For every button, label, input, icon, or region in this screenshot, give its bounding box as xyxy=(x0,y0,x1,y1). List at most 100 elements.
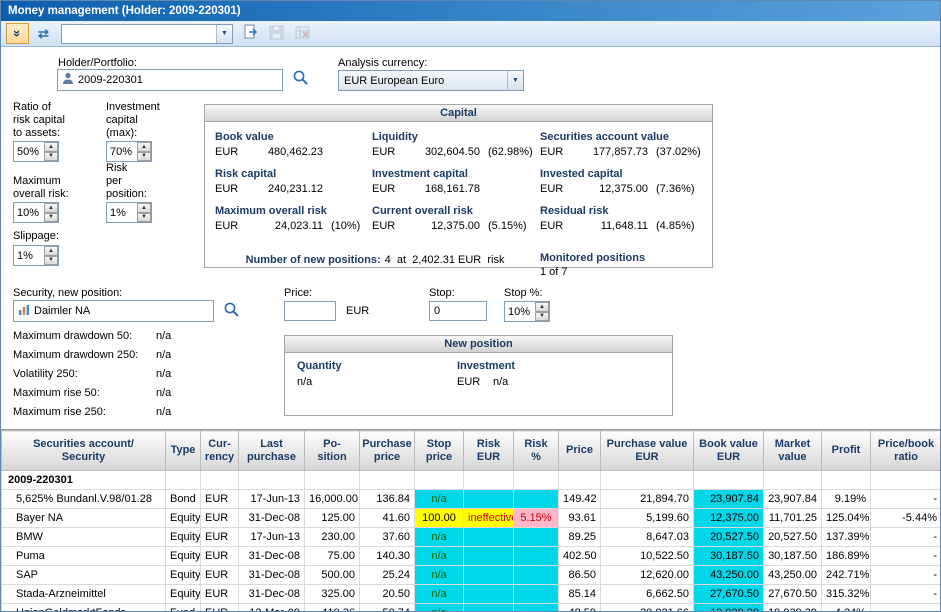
cell-stop_price[interactable]: n/a xyxy=(415,490,464,509)
table-row[interactable]: 5,625% Bundanl.V.98/01.28BondEUR17-Jun-1… xyxy=(2,490,941,509)
holder-search-button[interactable] xyxy=(289,69,311,89)
cell-currency[interactable]: EUR xyxy=(201,509,239,528)
cell-price[interactable]: 86.50 xyxy=(559,566,601,585)
cell-profit[interactable]: 125.04% xyxy=(822,509,871,528)
cell-type[interactable]: Equity xyxy=(166,547,201,566)
cell-stop_price[interactable]: n/a xyxy=(415,547,464,566)
cell-book_value_eur[interactable]: 27,670.50 xyxy=(694,585,764,604)
spin-up-button[interactable]: ▲ xyxy=(137,203,151,213)
column-header-profit[interactable]: Profit xyxy=(822,431,871,471)
cell-book_value_eur[interactable]: 23,907.84 xyxy=(694,490,764,509)
cell-security[interactable]: SAP xyxy=(2,566,166,585)
cell-market_value[interactable]: 23,907.84 xyxy=(764,490,822,509)
cell-stop_price[interactable]: 100.00 xyxy=(415,509,464,528)
column-header-market_value[interactable]: Market value xyxy=(764,431,822,471)
cell-book_value_eur[interactable]: 19,939.39 xyxy=(694,604,764,612)
risk-per-position-input[interactable] xyxy=(107,203,137,222)
cell-profit[interactable]: 315.32% xyxy=(822,585,871,604)
column-header-type[interactable]: Type xyxy=(166,431,201,471)
cell-purchase_value_eur[interactable]: 10,522.50 xyxy=(601,547,694,566)
cell-profit[interactable]: 137.39% xyxy=(822,528,871,547)
cell-risk_pct[interactable] xyxy=(514,566,559,585)
column-header-risk_pct[interactable]: Risk % xyxy=(514,431,559,471)
cell-risk_eur[interactable] xyxy=(464,547,514,566)
cell-risk_eur[interactable] xyxy=(464,566,514,585)
cell-market_value[interactable]: 11,701.25 xyxy=(764,509,822,528)
cell-purchase_value_eur[interactable]: 20,821.66 xyxy=(601,604,694,612)
column-header-stop_price[interactable]: Stop price xyxy=(415,431,464,471)
cell-purchase_value_eur[interactable]: 8,647.03 xyxy=(601,528,694,547)
spin-up-button[interactable]: ▲ xyxy=(44,142,58,152)
stop-input[interactable] xyxy=(429,301,487,321)
column-header-purchase_value_eur[interactable]: Purchase value EUR xyxy=(601,431,694,471)
cell-last_purchase[interactable]: 17-Jun-13 xyxy=(239,490,305,509)
cell-market_value[interactable]: 19,939.39 xyxy=(764,604,822,612)
cell-purchase_price[interactable]: 20.50 xyxy=(360,585,415,604)
cell-risk_eur[interactable] xyxy=(464,528,514,547)
spin-down-button[interactable]: ▼ xyxy=(137,152,151,162)
cell-market_value[interactable]: 20,527.50 xyxy=(764,528,822,547)
cell-price_book_ratio[interactable]: - xyxy=(871,604,941,612)
cell-purchase_value_eur[interactable]: 12,620.00 xyxy=(601,566,694,585)
cell-price[interactable]: 85.14 xyxy=(559,585,601,604)
cell-purchase_value_eur[interactable]: 5,199.60 xyxy=(601,509,694,528)
cell-position[interactable]: 500.00 xyxy=(305,566,360,585)
cell-security[interactable]: Puma xyxy=(2,547,166,566)
column-header-price_book_ratio[interactable]: Price/book ratio xyxy=(871,431,941,471)
cell-currency[interactable]: EUR xyxy=(201,604,239,612)
cell-type[interactable]: Equity xyxy=(166,509,201,528)
cell-purchase_value_eur[interactable]: 6,662.50 xyxy=(601,585,694,604)
cell-last_purchase[interactable] xyxy=(239,471,305,490)
cell-price_book_ratio[interactable]: - xyxy=(871,585,941,604)
cell-profit[interactable]: 242.71% xyxy=(822,566,871,585)
cell-type[interactable]: Bond xyxy=(166,490,201,509)
cell-purchase_price[interactable]: 25.24 xyxy=(360,566,415,585)
cell-risk_pct[interactable] xyxy=(514,490,559,509)
spin-up-button[interactable]: ▲ xyxy=(137,142,151,152)
cell-last_purchase[interactable]: 31-Dec-08 xyxy=(239,585,305,604)
cell-price[interactable]: 48.59 xyxy=(559,604,601,612)
cell-market_value[interactable]: 27,670.50 xyxy=(764,585,822,604)
expand-panel-button[interactable]: » xyxy=(6,23,29,44)
cell-purchase_price[interactable]: 136.84 xyxy=(360,490,415,509)
cell-type[interactable]: Equity xyxy=(166,566,201,585)
spin-up-button[interactable]: ▲ xyxy=(44,203,58,213)
cell-price_book_ratio[interactable]: - xyxy=(871,566,941,585)
investment-capital-input[interactable] xyxy=(107,142,137,161)
cell-position[interactable]: 410.36 xyxy=(305,604,360,612)
cell-currency[interactable]: EUR xyxy=(201,585,239,604)
cell-risk_eur[interactable] xyxy=(464,585,514,604)
cell-security[interactable]: Bayer NA xyxy=(2,509,166,528)
cell-market_value[interactable] xyxy=(764,471,822,490)
spin-up-button[interactable]: ▲ xyxy=(44,246,58,256)
cell-profit[interactable]: -4.24% xyxy=(822,604,871,612)
max-overall-risk-input[interactable] xyxy=(14,203,44,222)
cell-market_value[interactable]: 30,187.50 xyxy=(764,547,822,566)
cell-stop_price[interactable] xyxy=(415,471,464,490)
cell-risk_pct[interactable] xyxy=(514,604,559,612)
ratio-risk-capital-input[interactable] xyxy=(14,142,44,161)
table-row[interactable]: PumaEquityEUR31-Dec-0875.00140.30n/a402.… xyxy=(2,547,941,566)
cell-last_purchase[interactable]: 12-Mar-09 xyxy=(239,604,305,612)
column-header-book_value_eur[interactable]: Book value EUR xyxy=(694,431,764,471)
security-search-button[interactable] xyxy=(220,301,242,321)
cell-price[interactable]: 93.61 xyxy=(559,509,601,528)
cell-risk_pct[interactable]: 5.15% xyxy=(514,509,559,528)
cell-risk_eur[interactable] xyxy=(464,490,514,509)
spin-down-button[interactable]: ▼ xyxy=(535,312,549,322)
holder-portfolio-input[interactable] xyxy=(78,74,278,86)
stop-percent-input[interactable] xyxy=(505,302,535,321)
cell-type[interactable]: Equity xyxy=(166,585,201,604)
cell-position[interactable] xyxy=(305,471,360,490)
cell-price[interactable]: 402.50 xyxy=(559,547,601,566)
cell-risk_pct[interactable] xyxy=(514,528,559,547)
cell-last_purchase[interactable]: 17-Jun-13 xyxy=(239,528,305,547)
cell-price_book_ratio[interactable]: - xyxy=(871,490,941,509)
cell-risk_pct[interactable] xyxy=(514,585,559,604)
spin-down-button[interactable]: ▼ xyxy=(137,213,151,223)
cell-stop_price[interactable]: n/a xyxy=(415,566,464,585)
cell-price[interactable]: 89.25 xyxy=(559,528,601,547)
column-header-security[interactable]: Securities account/ Security xyxy=(2,431,166,471)
cell-book_value_eur[interactable] xyxy=(694,471,764,490)
cell-last_purchase[interactable]: 31-Dec-08 xyxy=(239,547,305,566)
